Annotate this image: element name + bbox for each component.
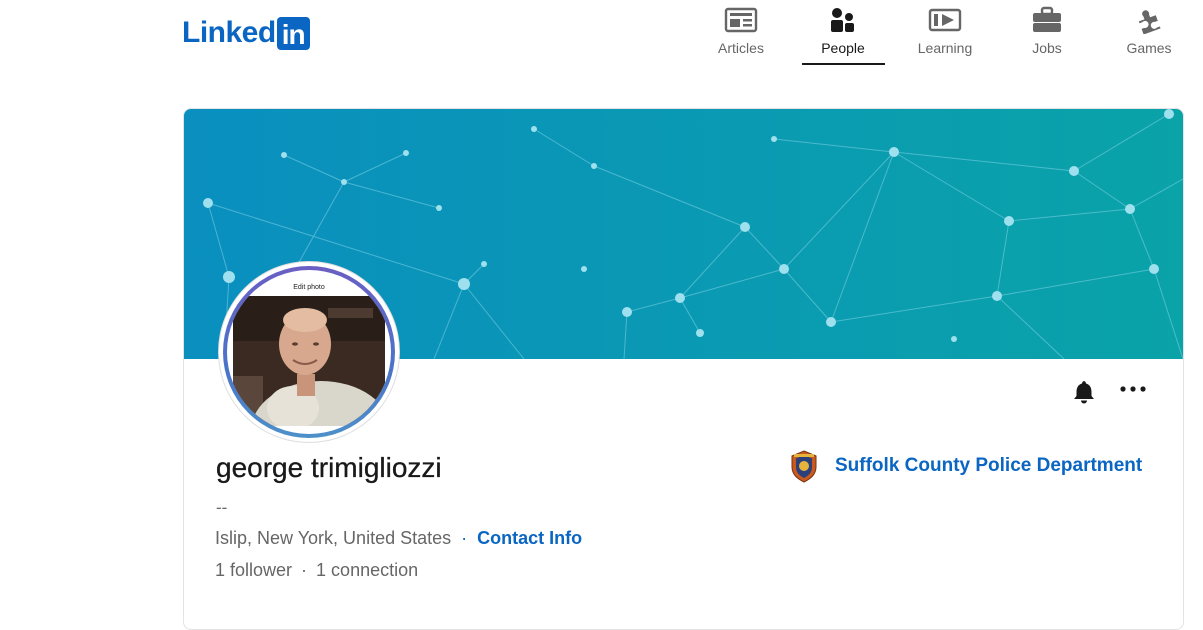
company-name: Suffolk County Police Department — [835, 455, 1143, 476]
connections-count[interactable]: 1 connection — [316, 560, 418, 581]
people-icon — [831, 8, 854, 32]
more-horizontal-icon — [1120, 386, 1146, 392]
current-company-link[interactable]: Suffolk County Police Department — [789, 449, 1142, 483]
learning-icon — [928, 8, 962, 32]
stats-separator: · — [301, 560, 308, 580]
briefcase-icon — [1033, 6, 1061, 32]
nav-games-label: Games — [1126, 40, 1172, 56]
nav-learning[interactable]: Learning — [900, 6, 990, 56]
more-options-button[interactable] — [1119, 380, 1149, 394]
edit-photo-label[interactable]: Edit photo — [227, 284, 391, 291]
top-nav: Articles People Learning Jobs Games — [0, 0, 1203, 70]
nav-learning-label: Learning — [917, 40, 973, 56]
articles-icon — [724, 7, 758, 33]
nav-people-label: People — [821, 40, 865, 56]
nav-jobs-label: Jobs — [1032, 40, 1062, 56]
follow-bell-button[interactable] — [1070, 378, 1098, 411]
separator-dot: · — [461, 528, 468, 548]
nav-jobs[interactable]: Jobs — [1002, 6, 1092, 56]
bell-icon — [1074, 381, 1094, 404]
active-nav-indicator — [802, 63, 885, 65]
contact-info-link[interactable]: Contact Info — [477, 528, 582, 549]
police-badge-icon — [791, 450, 817, 483]
network-stats: 1 follower · 1 connection — [215, 560, 418, 581]
nav-games[interactable]: Games — [1104, 6, 1194, 56]
profile-headline: -- — [216, 498, 228, 517]
puzzle-icon — [1138, 10, 1161, 34]
location-row: Islip, New York, United States · Contact… — [215, 528, 582, 549]
nav-people[interactable]: People — [798, 6, 888, 56]
profile-location: Islip, New York, United States — [215, 528, 452, 548]
followers-count[interactable]: 1 follower — [215, 560, 292, 581]
avatar — [233, 296, 385, 426]
photo-inner: Edit photo — [227, 270, 391, 434]
profile-photo[interactable]: Edit photo — [219, 262, 399, 442]
profile-name: george trimigliozzi — [216, 452, 442, 483]
nav-articles-label: Articles — [718, 40, 764, 56]
nav-articles[interactable]: Articles — [696, 6, 786, 56]
photo-frame-ring: Edit photo — [223, 266, 395, 438]
